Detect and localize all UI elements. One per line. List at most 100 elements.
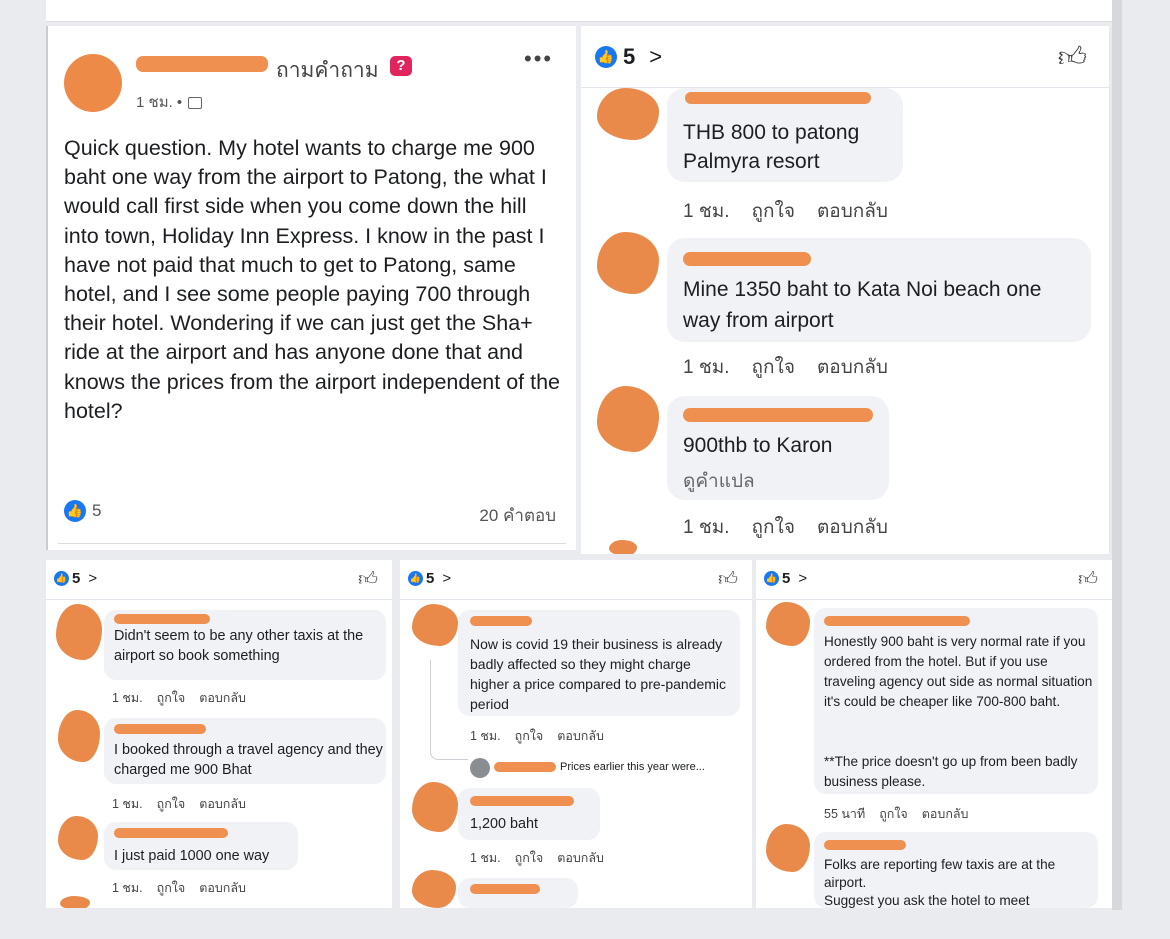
avatar[interactable] [766, 602, 810, 646]
reply-link[interactable]: ตอบกลับ [922, 807, 969, 821]
reaction-summary[interactable]: 👍 5 > [54, 570, 97, 587]
comments-panel-3: 👍 5 > 👍︎ Honestly 900 baht is very norma… [756, 560, 1112, 908]
like-icon: 👍 [764, 571, 779, 586]
avatar[interactable] [412, 604, 458, 646]
redacted-name [136, 56, 268, 72]
comment-text: I booked through a travel agency and the… [114, 742, 383, 778]
like-link[interactable]: ถูกใจ [879, 807, 908, 821]
scrollbar[interactable] [1112, 0, 1122, 910]
like-link[interactable]: ถูกใจ [752, 357, 795, 378]
comment-text: I just paid 1000 one way [114, 848, 270, 864]
reaction-summary[interactable]: 👍 5 > [764, 570, 807, 587]
reaction-summary[interactable]: 👍 5 > [408, 570, 451, 587]
comment-time: 1 ชม. [683, 201, 730, 222]
comment-text: THB 800 to patong Palmyra resort [683, 121, 860, 173]
like-link[interactable]: ถูกใจ [157, 691, 186, 705]
redacted-name [470, 796, 574, 806]
comment-text: Suggest you ask the hotel to meet [824, 893, 1030, 908]
comment-text: Mine 1350 baht to Kata Noi beach one way… [683, 278, 1042, 332]
reply-link[interactable]: ตอบกลับ [817, 201, 888, 222]
reply-preview[interactable]: Prices earlier this year were... [560, 760, 705, 774]
post-card: ถามคำถาม ? ••• 1 ชม. • Quick question. M… [46, 26, 576, 550]
reply-link[interactable]: ตอบกลับ [199, 881, 246, 895]
comment-time: 55 นาที [824, 807, 866, 821]
like-link[interactable]: ถูกใจ [157, 797, 186, 811]
comment-text: 900thb to Karon [683, 434, 833, 457]
redacted-name [824, 840, 906, 850]
thumbs-up-icon[interactable]: 👍︎ [1058, 40, 1087, 74]
redacted-name [494, 762, 556, 772]
thumbs-up-icon[interactable]: 👍︎ [1078, 568, 1098, 591]
reaction-count: 5 [426, 570, 435, 587]
like-link[interactable]: ถูกใจ [515, 851, 544, 865]
comment-text: 1,200 baht [470, 816, 539, 832]
like-link[interactable]: ถูกใจ [752, 201, 795, 222]
comment-time: 1 ชม. [683, 357, 730, 378]
chevron-right-icon: > [88, 570, 98, 587]
reaction-count: 5 [782, 570, 791, 587]
comments-panel-2: 👍 5 > 👍︎ Now is covid 19 their business … [400, 560, 752, 908]
avatar[interactable] [597, 386, 659, 452]
reply-link[interactable]: ตอบกลับ [817, 357, 888, 378]
thumbs-up-icon[interactable]: 👍︎ [718, 568, 738, 591]
avatar[interactable] [597, 88, 659, 140]
comment-time: 1 ชม. [112, 797, 143, 811]
more-options-button[interactable]: ••• [524, 46, 553, 72]
comment-text: Folks are reporting few taxis are at the… [824, 857, 1056, 890]
top-strip [46, 0, 1112, 22]
comment-text: **The price doesn't go up from been badl… [824, 754, 1078, 789]
reaction-count: 5 [72, 570, 81, 587]
avatar[interactable] [597, 232, 659, 294]
like-link[interactable]: ถูกใจ [157, 881, 186, 895]
redacted-name [114, 828, 228, 838]
avatar[interactable] [58, 816, 98, 860]
avatar[interactable] [58, 710, 100, 762]
avatar[interactable] [60, 896, 90, 908]
chevron-right-icon: > [442, 570, 452, 587]
reply-link[interactable]: ตอบกลับ [817, 517, 888, 538]
redacted-name [470, 884, 540, 894]
translate-link[interactable]: ดูคำแปล [683, 466, 755, 496]
comment-time: 1 ชม. [683, 517, 730, 538]
comment-actions: 1 ชม. ถูกใจ ตอบกลับ [683, 196, 910, 226]
redacted-name [114, 614, 210, 624]
avatar[interactable] [609, 540, 637, 554]
avatar[interactable] [56, 604, 102, 660]
chevron-right-icon: > [798, 570, 808, 587]
reply-link[interactable]: ตอบกลับ [557, 851, 604, 865]
post-time: 1 ชม. • [136, 94, 183, 111]
reply-link[interactable]: ตอบกลับ [557, 729, 604, 743]
redacted-name [470, 616, 532, 626]
comments-panel-1: 👍 5 > 👍︎ Didn't seem to be any other tax… [46, 560, 392, 908]
avatar[interactable] [64, 54, 122, 112]
post-meta: 1 ชม. • [136, 90, 203, 114]
like-icon: 👍 [54, 571, 69, 586]
avatar[interactable] [412, 782, 458, 832]
question-icon: ? [390, 56, 412, 76]
like-link[interactable]: ถูกใจ [515, 729, 544, 743]
redacted-name [114, 724, 206, 734]
post-like-count: 5 [92, 501, 102, 520]
group-icon [188, 97, 203, 110]
reactions-header: 👍 5 > 👍︎ [46, 560, 392, 600]
reaction-summary[interactable]: 👍 5 > [595, 44, 662, 70]
comment-actions: 1 ชม. ถูกใจ ตอบกลับ [683, 352, 910, 382]
post-body: Quick question. My hotel wants to charge… [64, 136, 560, 423]
reply-link[interactable]: ตอบกลับ [199, 691, 246, 705]
thumbs-up-icon[interactable]: 👍︎ [358, 568, 378, 591]
divider [58, 543, 566, 544]
post-reactions[interactable]: 👍 5 [64, 500, 101, 522]
avatar[interactable] [470, 758, 490, 778]
avatar[interactable] [766, 824, 810, 872]
comments-panel: 👍 5 > 👍︎ THB 800 to patong Palmyra resor… [581, 26, 1109, 554]
comment-count[interactable]: 20 คำตอบ [479, 502, 556, 529]
comment-actions: 55 นาที ถูกใจ ตอบกลับ [824, 804, 983, 824]
reply-link[interactable]: ตอบกลับ [199, 797, 246, 811]
redacted-name [824, 616, 970, 626]
thread-line [430, 660, 468, 760]
comment-actions: 1 ชม. ถูกใจ ตอบกลับ [112, 688, 260, 708]
avatar[interactable] [412, 870, 456, 908]
like-link[interactable]: ถูกใจ [752, 517, 795, 538]
like-icon: 👍 [64, 500, 86, 522]
like-icon: 👍 [595, 46, 617, 68]
